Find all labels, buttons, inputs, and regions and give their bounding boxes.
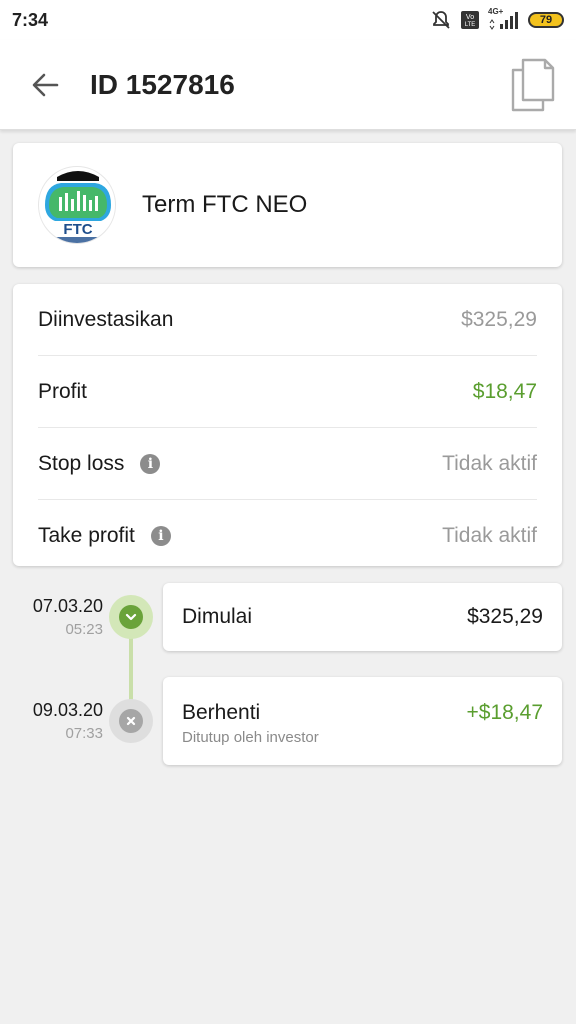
page-title: ID 1527816	[90, 68, 235, 100]
svg-text:Vo: Vo	[466, 14, 474, 21]
battery-level: 79	[539, 14, 553, 26]
take-profit-value: Tidak aktif	[442, 524, 537, 547]
strategy-name: Term FTC NEO	[142, 191, 308, 218]
invested-label: Diinvestasikan	[38, 308, 174, 331]
battery-icon: 79	[528, 12, 564, 28]
timeline-node-start	[109, 595, 153, 639]
strategy-card[interactable]: FTC Term FTC NEO	[13, 143, 562, 267]
event-card-stopped: Berhenti +$18,47 Ditutup oleh investor	[163, 677, 562, 765]
take-profit-label: Take profit	[38, 524, 135, 547]
back-button[interactable]	[0, 40, 90, 130]
detail-row-invested: Diinvestasikan $325,29	[38, 284, 537, 356]
detail-row-take-profit[interactable]: Take profit i Tidak aktif	[38, 500, 537, 572]
status-icons: Vo LTE 4G+ 79	[430, 7, 564, 31]
mute-icon	[432, 11, 450, 29]
timeline-date-start: 07.03.20 05:23	[0, 596, 103, 638]
status-time: 7:34	[12, 9, 49, 30]
event-date: 09.03.20	[32, 700, 103, 720]
strategy-logo: FTC	[38, 166, 116, 244]
arrow-left-icon	[32, 73, 59, 96]
profit-value: $18,47	[472, 380, 537, 403]
volte-icon: Vo LTE	[461, 11, 479, 29]
detail-row-stop-loss[interactable]: Stop loss i Tidak aktif	[38, 428, 537, 500]
event-subtitle: Ditutup oleh investor	[182, 729, 319, 746]
svg-text:LTE: LTE	[465, 22, 476, 28]
stop-loss-label: Stop loss	[38, 452, 125, 475]
signal-icon: 4G+	[488, 7, 520, 31]
timeline-date-stop: 09.03.20 07:33	[0, 700, 103, 742]
info-icon[interactable]: i	[140, 454, 161, 474]
invested-value: $325,29	[461, 308, 537, 331]
details-card: Diinvestasikan $325,29 Profit $18,47 Sto…	[13, 284, 562, 566]
event-title: Berhenti	[182, 701, 261, 724]
status-bar: 7:34 Vo LTE 4G+ 79	[0, 0, 576, 40]
copy-icon	[511, 58, 555, 111]
event-time: 05:23	[65, 621, 103, 638]
detail-row-profit: Profit $18,47	[38, 356, 537, 428]
timeline-node-stop	[109, 699, 153, 743]
chevron-down-icon	[125, 613, 137, 621]
event-amount: $325,29	[467, 605, 543, 628]
event-card-started: Dimulai $325,29	[163, 583, 562, 651]
ftc-logo-icon: FTC	[45, 171, 111, 243]
info-icon[interactable]: i	[150, 526, 171, 546]
event-date: 07.03.20	[32, 596, 103, 616]
stop-loss-value: Tidak aktif	[442, 452, 537, 475]
app-bar: ID 1527816	[0, 40, 576, 130]
event-time: 07:33	[65, 725, 103, 742]
event-amount: +$18,47	[466, 701, 544, 724]
close-icon	[126, 716, 136, 726]
event-title: Dimulai	[182, 605, 253, 628]
svg-text:FTC: FTC	[63, 221, 92, 238]
profit-label: Profit	[38, 380, 88, 403]
copy-button[interactable]	[498, 40, 568, 130]
